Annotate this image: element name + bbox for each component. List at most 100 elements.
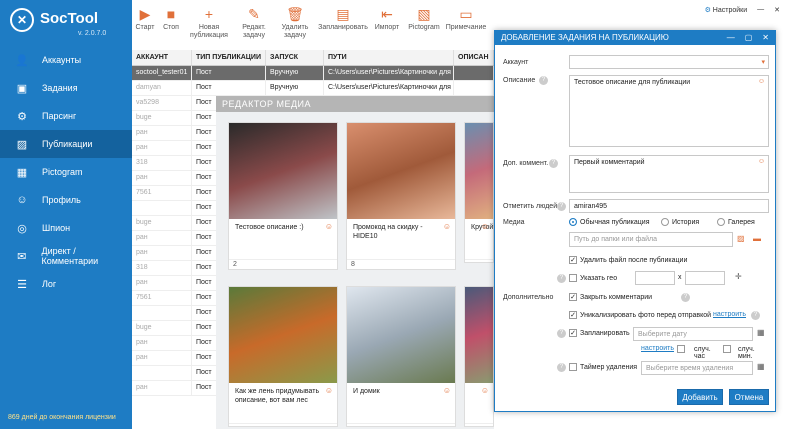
emoji-icon[interactable]: ☺ [481, 386, 489, 395]
note-button[interactable]: ▭ Примечание [444, 0, 488, 42]
comment-label: Доп. коммент. [503, 160, 549, 167]
geo-lng-input[interactable] [685, 271, 725, 285]
sidebar-item-publications[interactable]: ▨ Публикации [0, 130, 132, 158]
random-hour-checkbox[interactable] [677, 345, 685, 353]
emoji-icon[interactable]: ☺ [443, 386, 451, 395]
help-icon[interactable]: ? [751, 311, 760, 320]
help-icon[interactable]: ? [557, 329, 566, 338]
image-icon[interactable]: ▨ [737, 234, 745, 243]
media-description[interactable]: ☺ [465, 383, 493, 423]
comment-field[interactable]: Первый комментарий ☺ [569, 155, 769, 193]
table-cell: va5298 [132, 96, 192, 110]
column-header[interactable]: ЗАПУСК [266, 50, 324, 65]
delete-after-checkbox[interactable]: ✓ Удалить файл после публикации [569, 256, 687, 264]
media-card[interactable]: Промокод на скидку - HIDE10 ☺ 8 [346, 122, 456, 270]
column-header[interactable]: ОПИСАН [454, 50, 494, 65]
help-icon[interactable]: ? [557, 274, 566, 283]
folder-icon[interactable]: ▬ [753, 234, 761, 243]
path-input[interactable]: Путь до папки или файла [569, 232, 733, 247]
import-button[interactable]: ⇤ Импорт [370, 0, 404, 42]
close-button[interactable]: ✕ [774, 6, 780, 14]
emoji-icon[interactable]: ☺ [443, 222, 451, 231]
radio-gallery[interactable]: Галерея [717, 218, 755, 226]
help-icon[interactable]: ? [539, 76, 548, 85]
maximize-icon[interactable]: ▢ [745, 33, 753, 43]
sidebar-item-label: Аккаунты [42, 55, 82, 65]
geo-checkbox[interactable]: Указать гео [569, 274, 617, 282]
sidebar-item-profile[interactable]: ☺ Профиль [0, 186, 132, 214]
table-row[interactable]: damyan Пост Вручную C:\Users\user\Pictures\… [132, 81, 494, 96]
media-card[interactable]: Тестовое описание :) ☺ 2 [228, 122, 338, 270]
schedule-date-input[interactable]: Выберите дату [633, 327, 753, 341]
calendar-icon[interactable]: ▦ [757, 328, 765, 337]
sidebar-item-accounts[interactable]: 👤 Аккаунты [0, 46, 132, 74]
emoji-icon[interactable]: ☺ [481, 222, 489, 231]
schedule-checkbox[interactable]: ✓ Запланировать [569, 329, 630, 337]
configure-schedule-link[interactable]: настроить [641, 345, 674, 352]
close-comments-checkbox[interactable]: ✓ Закрыть комментарии [569, 293, 652, 301]
timer-checkbox[interactable]: Таймер удаления [569, 363, 637, 371]
sidebar-item-direct[interactable]: ✉ Директ / Комментарии [0, 242, 132, 270]
emoji-icon[interactable]: ☺ [758, 158, 765, 165]
uniq-checkbox[interactable]: ✓ Уникализировать фото перед отправкой [569, 311, 711, 319]
edit-task-button[interactable]: ✎ Редакт. задачу [234, 0, 274, 42]
media-description[interactable]: Тестовое описание :) ☺ [229, 219, 337, 259]
random-min-checkbox[interactable] [723, 345, 731, 353]
table-row[interactable]: soctool_tester01 Пост Вручную C:\Users\user… [132, 66, 494, 81]
media-card[interactable]: ☺ [464, 286, 494, 427]
sidebar-item-label: Публикации [42, 139, 93, 149]
help-icon[interactable]: ? [549, 159, 558, 168]
add-button[interactable]: Добавить [677, 389, 723, 405]
timer-input[interactable]: Выберите время удаления [641, 361, 753, 375]
media-description[interactable]: Крутой ☺ [465, 219, 493, 259]
sidebar-item-tasks[interactable]: ▣ Задания [0, 74, 132, 102]
column-header[interactable]: АККАУНТ [132, 50, 192, 65]
sidebar-item-parsing[interactable]: ⚙ Парсинг [0, 102, 132, 130]
sidebar-item-log[interactable]: ☰ Лог [0, 270, 132, 298]
emoji-icon[interactable]: ☺ [325, 222, 333, 231]
schedule-button[interactable]: ▤ Запланировать [316, 0, 370, 42]
stop-button[interactable]: ■ Стоп [158, 0, 184, 42]
media-description[interactable]: И домик ☺ [347, 383, 455, 423]
settings-link[interactable]: ⚙ Настройки [705, 6, 748, 14]
media-description[interactable]: Как же лень придумывать описание, вот ва… [229, 383, 337, 423]
help-icon[interactable]: ? [681, 293, 690, 302]
column-header[interactable]: ТИП ПУБЛИКАЦИИ [192, 50, 266, 65]
media-thumbnail[interactable] [229, 123, 337, 219]
help-icon[interactable]: ? [557, 202, 566, 211]
media-index [465, 259, 493, 262]
geo-lat-input[interactable] [635, 271, 675, 285]
delete-task-button[interactable]: 🗑 Удалить задачу [274, 0, 316, 42]
radio-regular[interactable]: Обычная публикация [569, 218, 650, 226]
sidebar-item-spy[interactable]: ◎ Шпион [0, 214, 132, 242]
minimize-icon[interactable]: — [727, 33, 735, 43]
description-field[interactable]: Тестовое описание для публикации ☺ [569, 75, 769, 147]
account-select[interactable]: ▾ [569, 55, 769, 69]
pictogram-button[interactable]: ▧ Pictogram [404, 0, 444, 42]
media-thumbnail[interactable] [465, 287, 493, 383]
new-publication-button[interactable]: + Новая публикация [184, 0, 234, 42]
media-card[interactable]: Крутой ☺ [464, 122, 494, 263]
table-cell: ран [132, 126, 192, 140]
column-header[interactable]: ПУТИ [324, 50, 454, 65]
tag-people-input[interactable]: amiran495 [569, 199, 769, 213]
media-card[interactable]: Как же лень придумывать описание, вот ва… [228, 286, 338, 427]
calendar-icon[interactable]: ▦ [757, 362, 765, 371]
help-icon[interactable]: ? [557, 363, 566, 372]
configure-uniq-link[interactable]: настроить [713, 311, 746, 318]
start-button[interactable]: ▶ Старт [132, 0, 158, 42]
media-thumbnail[interactable] [347, 123, 455, 219]
cancel-button[interactable]: Отмена [729, 389, 769, 405]
crosshair-icon[interactable]: ✛ [735, 272, 742, 281]
radio-story[interactable]: История [661, 218, 699, 226]
media-thumbnail[interactable] [229, 287, 337, 383]
media-thumbnail[interactable] [347, 287, 455, 383]
emoji-icon[interactable]: ☺ [325, 386, 333, 395]
minimize-button[interactable]: — [757, 6, 764, 14]
media-description[interactable]: Промокод на скидку - HIDE10 ☺ [347, 219, 455, 259]
media-card[interactable]: И домик ☺ [346, 286, 456, 427]
media-thumbnail[interactable] [465, 123, 493, 219]
close-icon[interactable]: ✕ [762, 33, 769, 43]
sidebar-item-pictogram[interactable]: ▦ Pictogram [0, 158, 132, 186]
emoji-icon[interactable]: ☺ [758, 78, 765, 85]
